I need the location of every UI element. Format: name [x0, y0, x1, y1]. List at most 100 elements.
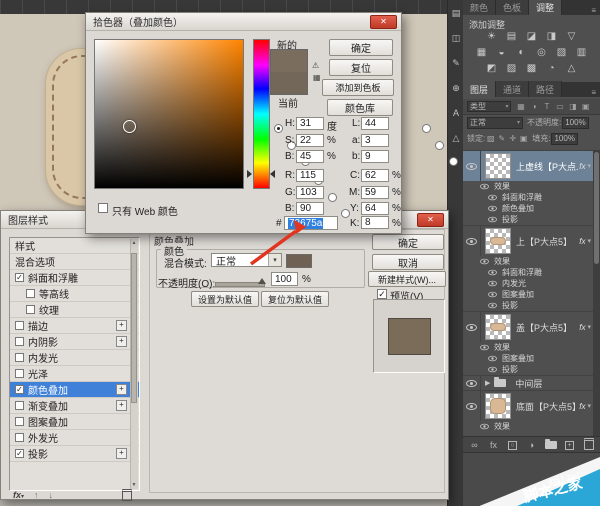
tab-adjustments[interactable]: 调整 [529, 0, 562, 15]
tab-channels[interactable]: 通道 [496, 81, 529, 97]
new-adjustment-layer-icon[interactable]: ◑ [523, 440, 540, 450]
adjustment-invert-icon[interactable]: ◩ [484, 62, 499, 75]
filter-toggle-icon[interactable]: ▣ [579, 102, 592, 111]
visibility-eye-icon[interactable] [466, 380, 477, 387]
layer-row[interactable]: 盖【P大点5】fx▾ [463, 311, 593, 342]
adjustment-channel-mixer-icon[interactable]: ▧ [554, 46, 569, 59]
color-libraries-button[interactable]: 颜色库 [327, 99, 393, 116]
visibility-eye-icon[interactable] [488, 281, 497, 287]
link-layers-icon[interactable]: ∞ [466, 440, 483, 450]
adjustment-levels-icon[interactable]: ▤ [504, 30, 519, 43]
visibility-eye-icon[interactable] [488, 206, 497, 212]
adjustment-selective-color-icon[interactable]: △ [564, 62, 579, 75]
collapsed-panel-brush-icon[interactable]: ✎ [448, 54, 464, 72]
c-input[interactable]: 62 [361, 169, 389, 182]
fill-value[interactable]: 100% [551, 133, 578, 145]
expand-plus-icon[interactable]: + [116, 448, 127, 459]
style-checkbox[interactable] [15, 369, 24, 378]
style-checkbox[interactable]: ✓ [15, 273, 24, 282]
reset-default-button[interactable]: 复位为默认值 [261, 291, 329, 307]
opacity-input[interactable]: 100 [271, 272, 298, 286]
collapsed-panel-properties-icon[interactable]: ◫ [448, 29, 464, 47]
k-input[interactable]: 8 [361, 216, 389, 229]
scroll-up-icon[interactable]: ▲ [131, 240, 137, 246]
collapse-caret-icon[interactable]: ▾ [587, 323, 591, 331]
style-item-12[interactable]: ✓投影+ [10, 446, 139, 462]
visibility-eye-icon[interactable] [466, 324, 477, 331]
visibility-eye-icon[interactable] [480, 259, 489, 265]
effect-row[interactable]: 图案叠加 [463, 289, 593, 300]
move-style-down-icon[interactable]: ↓ [49, 490, 54, 500]
filter-smart-object-icon[interactable]: ◨ [566, 102, 579, 111]
tab-color[interactable]: 颜色 [463, 0, 496, 15]
a-input[interactable]: 3 [361, 134, 389, 147]
l-radio[interactable] [422, 124, 431, 133]
g-input[interactable]: 103 [296, 186, 324, 199]
new-group-icon[interactable] [542, 441, 559, 449]
layer-row[interactable]: 底面【P大点5】fx▾ [463, 390, 593, 421]
opacity-value[interactable]: 100% [562, 117, 589, 129]
collapsed-panel-clone-source-icon[interactable]: ⊕ [448, 79, 464, 97]
add-layer-mask-icon[interactable]: ○ [504, 439, 521, 450]
style-item-9[interactable]: 渐变叠加+ [10, 398, 139, 414]
style-item-6[interactable]: 内发光 [10, 350, 139, 366]
g-radio[interactable] [328, 193, 337, 202]
effect-row[interactable]: 颜色叠加 [463, 203, 593, 214]
close-icon[interactable]: ✕ [370, 15, 397, 29]
lock-position-icon[interactable]: ✛ [507, 134, 518, 143]
collapsed-panel-character-icon[interactable]: A [448, 104, 464, 122]
effect-row[interactable]: 投影 [463, 300, 593, 311]
tab-swatches[interactable]: 色板 [496, 0, 529, 15]
tab-paths[interactable]: 路径 [529, 81, 562, 97]
filter-type-icon[interactable]: T [540, 102, 553, 111]
style-checkbox[interactable] [15, 321, 24, 330]
collapse-caret-icon[interactable]: ▾ [587, 162, 591, 170]
visibility-eye-icon[interactable] [488, 367, 497, 373]
panel-menu-icon[interactable]: ≡ [587, 6, 600, 15]
expand-plus-icon[interactable]: + [116, 320, 127, 331]
h-input[interactable]: 31 [296, 117, 324, 130]
effect-row[interactable]: 投影 [463, 214, 593, 225]
adjustment-black-white-icon[interactable]: ◐ [514, 46, 529, 59]
scrollbar-thumb[interactable] [131, 253, 137, 403]
visibility-eye-icon[interactable] [466, 403, 477, 410]
web-safe-icon[interactable]: ▦ [313, 73, 321, 82]
effect-row[interactable]: 投影 [463, 364, 593, 375]
style-checkbox[interactable] [15, 337, 24, 346]
color-picker-titlebar[interactable]: 拾色器（叠加颜色） ✕ [86, 13, 401, 31]
style-item-11[interactable]: 外发光 [10, 430, 139, 446]
adjustment-photo-filter-icon[interactable]: ◎ [534, 46, 549, 59]
b3-radio[interactable] [449, 157, 458, 166]
effect-row[interactable]: 效果 [463, 342, 593, 353]
layer-row[interactable]: 上虚线【P大点...fx▾ [463, 150, 593, 181]
filter-adjustment-icon[interactable]: ◑ [527, 102, 540, 111]
layer-thumbnail[interactable] [485, 153, 511, 179]
visibility-eye-icon[interactable] [488, 270, 497, 276]
visibility-eye-icon[interactable] [466, 238, 477, 245]
style-item-2[interactable]: 等高线 [10, 286, 139, 302]
layer-filter-kind-dropdown[interactable]: 类型▾ [467, 101, 511, 112]
adjustment-threshold-icon[interactable]: ▩ [524, 62, 539, 75]
collapse-caret-icon[interactable]: ▾ [587, 402, 591, 410]
layer-thumbnail[interactable] [485, 314, 511, 340]
hue-slider-marker-right[interactable] [270, 170, 275, 178]
blend-mode-select[interactable]: 正常 ▾ [211, 253, 282, 267]
style-item-8[interactable]: ✓颜色叠加+ [10, 382, 139, 398]
adjustment-color-balance-icon[interactable]: ◒ [494, 46, 509, 59]
effect-row[interactable]: 内发光 [463, 278, 593, 289]
style-item-5[interactable]: 内阴影+ [10, 334, 139, 350]
visibility-eye-icon[interactable] [488, 356, 497, 362]
collapsed-panel-history-icon[interactable]: ▤ [448, 4, 464, 22]
adjustment-brightness-contrast-icon[interactable]: ☀ [484, 30, 499, 43]
ok-button[interactable]: 确定 [372, 234, 444, 250]
adjustment-vibrance-icon[interactable]: ▽ [564, 30, 579, 43]
filter-shape-icon[interactable]: ▭ [553, 102, 566, 111]
new-style-button[interactable]: 新建样式(W)... [368, 271, 446, 287]
new-layer-icon[interactable]: + [561, 439, 578, 450]
cancel-button[interactable]: 取消 [372, 254, 444, 270]
color-field-marker[interactable] [123, 120, 136, 133]
web-only-checkbox[interactable] [98, 203, 108, 213]
style-item-10[interactable]: 图案叠加 [10, 414, 139, 430]
overlay-color-swatch[interactable] [286, 254, 312, 268]
delete-layer-icon[interactable] [580, 438, 597, 452]
